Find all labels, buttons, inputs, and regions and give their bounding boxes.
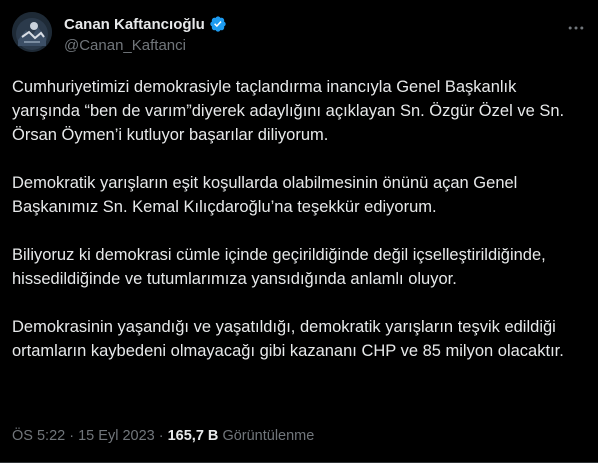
meta-separator: · [69,428,75,444]
views-label: Görüntülenme [222,428,315,444]
tweet-text: Cumhuriyetimizi demokrasiyle taçlandırma… [12,75,584,387]
tweet-paragraph: Cumhuriyetimizi demokrasiyle taçlandırma… [12,78,565,144]
tweet-time[interactable]: ÖS 5:22 [12,428,65,444]
author-handle[interactable]: @Canan_Kaftanci [64,37,227,57]
tweet-paragraph: Demokratik yarışların eşit koşullarda ol… [12,174,518,216]
tweet-meta: ÖS 5:22 · 15 Eyl 2023 · 165,7 B Görüntül… [12,428,314,444]
more-options-icon[interactable] [566,18,586,38]
tweet-header: Canan Kaftancıoğlu @Canan_Kaftanci [12,10,586,58]
verified-badge-icon [209,15,227,33]
views-count: 165,7 B [167,428,219,444]
tweet-date[interactable]: 15 Eyl 2023 [78,428,155,444]
author-display-name[interactable]: Canan Kaftancıoğlu [64,16,205,33]
avatar[interactable] [12,12,52,52]
author-name-row: Canan Kaftancıoğlu [64,14,227,34]
tweet-paragraph: Demokrasinin yaşandığı ve yaşatıldığı, d… [12,318,564,360]
tweet-paragraph: Biliyoruz ki demokrasi cümle içinde geçi… [12,246,546,288]
author-info: Canan Kaftancıoğlu @Canan_Kaftanci [64,14,227,57]
meta-separator: · [158,428,164,444]
tweet-container: Canan Kaftancıoğlu @Canan_Kaftanci Cumhu… [0,0,598,463]
